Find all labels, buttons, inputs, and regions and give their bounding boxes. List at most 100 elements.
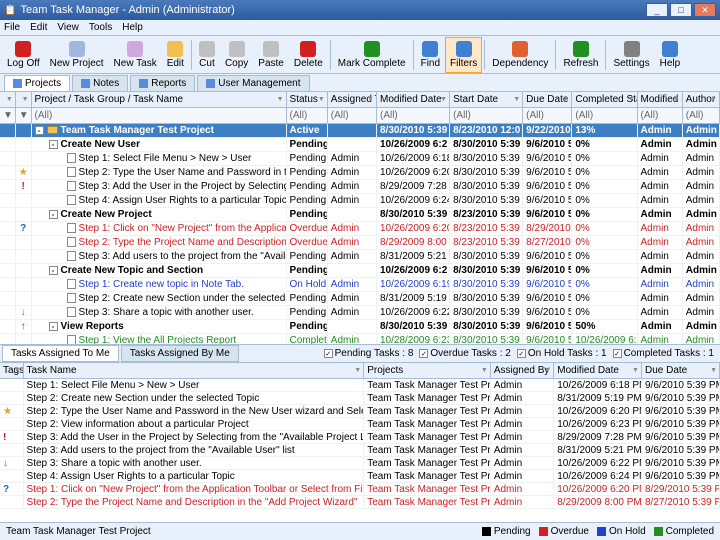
col-filter[interactable]: (All) xyxy=(638,108,683,123)
toolbar-mark-complete[interactable]: Mark Complete xyxy=(333,37,411,73)
col-header[interactable]: Modified By xyxy=(638,92,683,107)
cell: Step 1: Select File Menu > New > User xyxy=(32,152,287,166)
minimize-button[interactable]: _ xyxy=(646,3,668,17)
bottom-col-header[interactable]: Task Name xyxy=(24,363,365,378)
maximize-button[interactable]: □ xyxy=(670,3,692,17)
grid-row[interactable]: Step 1: View the All Projects ReportComp… xyxy=(0,334,720,344)
bottom-col-header[interactable]: Due Date xyxy=(642,363,720,378)
toolbar-delete[interactable]: Delete xyxy=(289,37,328,73)
toolbar-edit[interactable]: Edit xyxy=(162,37,189,73)
tab-user-management[interactable]: User Management xyxy=(197,75,309,91)
menu-edit[interactable]: Edit xyxy=(30,22,47,33)
grid-row[interactable]: Step 1: Create new topic in Note Tab.On … xyxy=(0,278,720,292)
bottom-row[interactable]: Step 2: View information about a particu… xyxy=(0,418,720,431)
toolbar-log-off[interactable]: Log Off xyxy=(2,37,45,73)
cell: Step 2: Type the Project Name and Descri… xyxy=(24,496,365,509)
bottom-body[interactable]: Step 1: Select File Menu > New > UserTea… xyxy=(0,379,720,522)
col-header[interactable]: Completed Status xyxy=(572,92,637,107)
grid-row[interactable]: -Create New ProjectPending8/30/2010 5:39… xyxy=(0,208,720,222)
close-button[interactable]: ✕ xyxy=(694,3,716,17)
col-filter[interactable]: (All) xyxy=(32,108,287,123)
tab-projects[interactable]: Projects xyxy=(4,75,70,91)
cell: 10/26/2009 6:22 PM xyxy=(572,334,637,345)
toolbar-find[interactable]: Find xyxy=(416,37,445,73)
menu-view[interactable]: View xyxy=(57,22,79,33)
grid-row[interactable]: Step 2: Create new Section under the sel… xyxy=(0,292,720,306)
grid-row[interactable]: Step 2: Type the Project Name and Descri… xyxy=(0,236,720,250)
col-header[interactable]: Project / Task Group / Task Name xyxy=(32,92,287,107)
col-filter[interactable]: (All) xyxy=(377,108,450,123)
col-header[interactable]: Modified Date xyxy=(377,92,450,107)
col-header[interactable]: Status xyxy=(287,92,328,107)
grid-row[interactable]: ↑-View ReportsPending8/30/2010 5:398/30/… xyxy=(0,320,720,334)
col-header[interactable]: Assigned To xyxy=(328,92,377,107)
col-filter[interactable]: (All) xyxy=(450,108,523,123)
col-filter[interactable]: (All) xyxy=(683,108,720,123)
menu-tools[interactable]: Tools xyxy=(89,22,112,33)
bottom-row[interactable]: ★Step 2: Type the User Name and Password… xyxy=(0,405,720,418)
grid-row[interactable]: -Create New UserPending10/26/2009 6:28/3… xyxy=(0,138,720,152)
col-header[interactable]: Start Date xyxy=(450,92,523,107)
cell: 10/26/2009 6:2 xyxy=(377,264,450,278)
bottom-row[interactable]: Step 1: Select File Menu > New > UserTea… xyxy=(0,379,720,392)
grid-row[interactable]: -Create New Topic and SectionPending10/2… xyxy=(0,264,720,278)
grid-row[interactable]: ↓Step 3: Share a topic with another user… xyxy=(0,306,720,320)
cell: 0% xyxy=(572,208,637,222)
grid-row[interactable]: !Step 3: Add the User in the Project by … xyxy=(0,180,720,194)
bottom-row[interactable]: ?Step 1: Click on "New Project" from the… xyxy=(0,483,720,496)
cell: Admin xyxy=(638,334,683,345)
toolbar-paste[interactable]: Paste xyxy=(253,37,289,73)
bottom-col-header[interactable]: Tags xyxy=(0,363,24,378)
cell: Team Task Manager Test Proj... xyxy=(364,418,491,431)
tab-notes[interactable]: Notes xyxy=(72,75,128,91)
col-header[interactable] xyxy=(0,92,16,107)
bottom-row[interactable]: !Step 3: Add the User in the Project by … xyxy=(0,431,720,444)
stat-item: ✓ Pending Tasks : 8 xyxy=(324,348,414,359)
col-filter[interactable]: ▼ xyxy=(0,108,16,123)
cell: 9/6/2010 5:3 xyxy=(523,334,572,345)
bottom-row[interactable]: Step 2: Create new Section under the sel… xyxy=(0,392,720,405)
tab-reports[interactable]: Reports xyxy=(130,75,195,91)
toolbar-copy[interactable]: Copy xyxy=(220,37,253,73)
grid-row[interactable]: -Team Task Manager Test ProjectActive8/3… xyxy=(0,124,720,138)
cell xyxy=(0,222,16,236)
toolbar-filters[interactable]: Filters xyxy=(445,37,482,73)
grid-body[interactable]: -Team Task Manager Test ProjectActive8/3… xyxy=(0,124,720,344)
toolbar-new-task[interactable]: New Task xyxy=(109,37,162,73)
menu-file[interactable]: File xyxy=(4,22,20,33)
bottom-row[interactable]: Step 3: Add users to the project from th… xyxy=(0,444,720,457)
cell: 10/26/2009 6:2 xyxy=(377,138,450,152)
col-filter[interactable]: (All) xyxy=(572,108,637,123)
tab-tasks-assigned-by-me[interactable]: Tasks Assigned By Me xyxy=(121,345,239,362)
col-header[interactable]: Author xyxy=(683,92,720,107)
cell: Active xyxy=(287,124,328,138)
toolbar-help[interactable]: Help xyxy=(655,37,686,73)
grid-row[interactable]: Step 3: Add users to the project from th… xyxy=(0,250,720,264)
bottom-row[interactable]: Step 4: Assign User Rights to a particul… xyxy=(0,470,720,483)
bottom-row[interactable]: ↓Step 3: Share a topic with another user… xyxy=(0,457,720,470)
toolbar-new-project[interactable]: New Project xyxy=(45,37,109,73)
grid-row[interactable]: Step 4: Assign User Rights to a particul… xyxy=(0,194,720,208)
grid-row[interactable]: ?Step 1: Click on "New Project" from the… xyxy=(0,222,720,236)
col-filter[interactable]: (All) xyxy=(287,108,328,123)
menu-help[interactable]: Help xyxy=(122,22,143,33)
grid-row[interactable]: ★Step 2: Type the User Name and Password… xyxy=(0,166,720,180)
col-filter[interactable]: ▼ xyxy=(16,108,32,123)
toolbar-refresh[interactable]: Refresh xyxy=(558,37,603,73)
cell: Admin xyxy=(683,306,720,320)
col-header[interactable] xyxy=(16,92,32,107)
grid-row[interactable]: Step 1: Select File Menu > New > UserPen… xyxy=(0,152,720,166)
col-filter[interactable]: (All) xyxy=(328,108,377,123)
col-filter[interactable]: (All) xyxy=(523,108,572,123)
col-header[interactable]: Due Date xyxy=(523,92,572,107)
toolbar-settings[interactable]: Settings xyxy=(608,37,654,73)
bottom-col-header[interactable]: Modified Date xyxy=(554,363,642,378)
bottom-row[interactable]: Step 2: Type the Project Name and Descri… xyxy=(0,496,720,509)
tab-bar: ProjectsNotesReportsUser Management xyxy=(0,74,720,92)
settings-icon xyxy=(624,41,640,57)
toolbar-dependency[interactable]: Dependency xyxy=(487,37,553,73)
toolbar-cut[interactable]: Cut xyxy=(194,37,220,73)
bottom-col-header[interactable]: Assigned By xyxy=(491,363,554,378)
tab-tasks-assigned-to-me[interactable]: Tasks Assigned To Me xyxy=(2,345,119,362)
bottom-col-header[interactable]: Projects xyxy=(364,363,491,378)
